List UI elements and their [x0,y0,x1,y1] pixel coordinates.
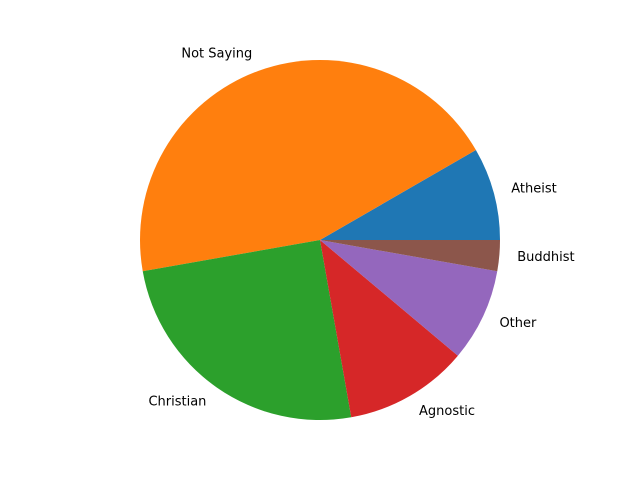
slice-label-other: Other [499,316,537,331]
slice-label-agnostic: Agnostic [419,404,475,419]
slice-label-not-saying: Not Saying [181,46,252,61]
pie-chart: Atheist Not Saying Christian Agnostic Other B… [139,46,575,420]
chart-figure: Atheist Not Saying Christian Agnostic Other B… [0,0,640,480]
slice-label-christian: Christian [148,395,206,410]
slice-label-atheist: Atheist [511,181,556,196]
pie-slice-christian [142,240,352,420]
slice-label-buddhist: Buddhist [517,250,574,265]
pie-slices [139,59,500,420]
